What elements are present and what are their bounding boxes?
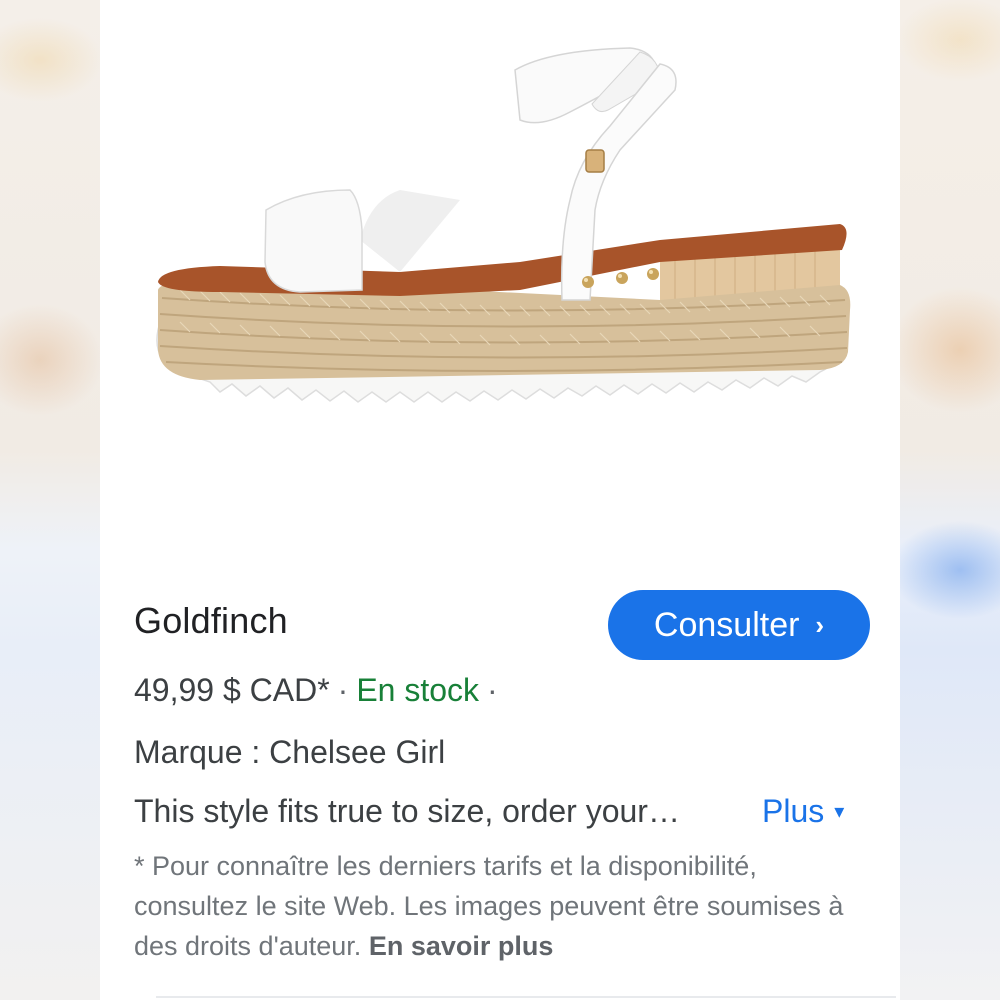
chevron-down-icon: ▾	[834, 801, 845, 823]
product-card: Goldfinch Consulter › 49,99 $ CAD* · En st…	[100, 0, 900, 1000]
disclaimer: * Pour connaître les derniers tarifs et …	[134, 846, 874, 966]
learn-more-link[interactable]: En savoir plus	[369, 931, 554, 961]
product-description: This style fits true to size, order your…	[134, 793, 680, 829]
more-button[interactable]: Plus ▾	[762, 793, 844, 830]
stock-status: En stock	[356, 672, 480, 708]
divider	[156, 996, 896, 998]
background-right-blur	[900, 0, 1000, 1000]
product-image[interactable]	[100, 0, 900, 540]
price: 49,99 $ CAD*	[134, 672, 330, 708]
brand-line: Marque : Chelsee Girl	[134, 734, 446, 770]
background-left-blur	[0, 0, 100, 1000]
product-title: Goldfinch	[134, 600, 288, 641]
consult-button[interactable]: Consulter ›	[608, 590, 870, 660]
chevron-right-icon: ›	[815, 609, 825, 640]
separator-dot-trailing: ·	[487, 672, 498, 708]
price-stock-line: 49,99 $ CAD* · En stock ·	[134, 672, 506, 709]
sandal-image	[156, 47, 851, 403]
consult-button-label: Consulter	[653, 605, 800, 644]
separator-dot: ·	[337, 672, 349, 708]
more-label: Plus	[762, 793, 825, 829]
